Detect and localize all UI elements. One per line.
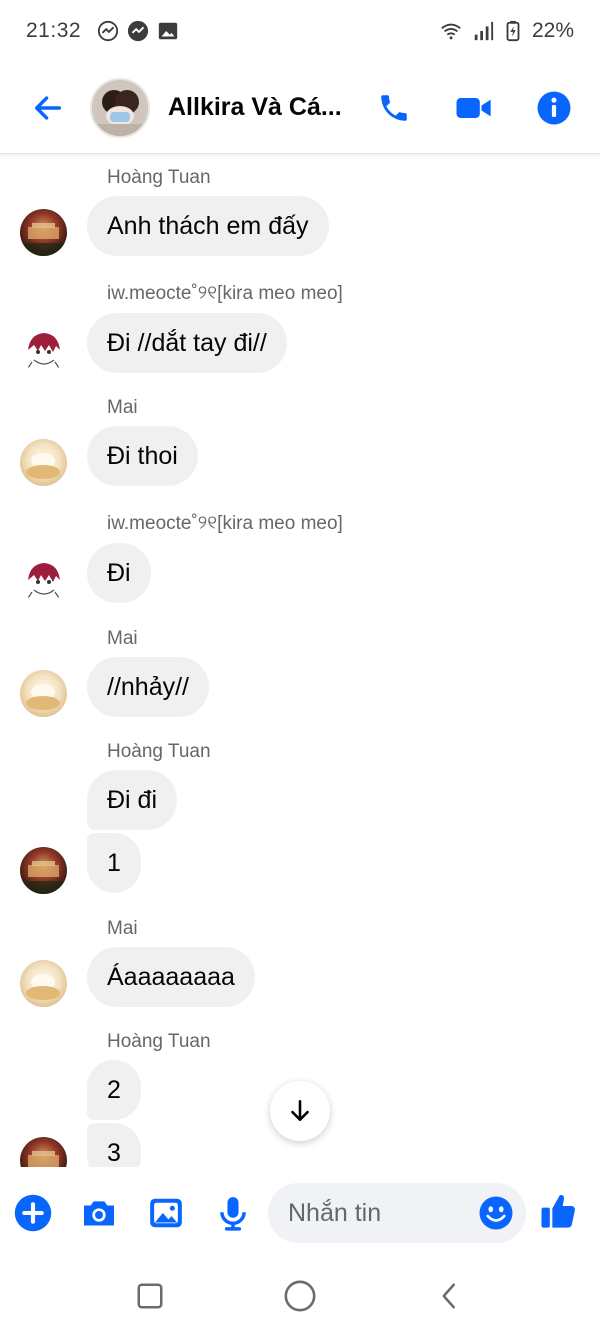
battery-percent: 22% (531, 19, 574, 42)
sender-name: Hoàng Tuan (107, 1031, 211, 1052)
recents-button[interactable] (130, 1276, 170, 1316)
message-bubble[interactable]: Đi đi (87, 770, 178, 830)
gallery-icon (150, 1198, 182, 1228)
avatar[interactable] (20, 847, 67, 894)
message-bubble[interactable]: Anh thách em đấy (87, 196, 329, 256)
arrow-down-icon (291, 1099, 309, 1121)
message-list[interactable]: Hoàng Tuan Anh thách em đấy iw.meocte˚୨୧… (0, 155, 600, 1167)
group-avatar-image (92, 79, 148, 136)
messenger-icon (97, 20, 119, 42)
message-bubble[interactable]: Áaaaaaaaa (87, 947, 255, 1007)
camera-icon (84, 1201, 114, 1226)
sender-name: Hoàng Tuan (107, 167, 211, 188)
avatar[interactable] (20, 326, 67, 373)
video-call-button[interactable] (454, 88, 494, 128)
message-input-box[interactable] (268, 1183, 526, 1243)
message-bubble[interactable]: //nhảy// (87, 657, 209, 717)
info-icon (537, 91, 571, 124)
home-button[interactable] (280, 1276, 320, 1316)
chevron-left-icon (442, 1283, 455, 1309)
sender-name: Mai (107, 918, 138, 939)
sender-name: Mai (107, 397, 138, 418)
composer (0, 1167, 600, 1259)
like-button[interactable] (539, 1191, 579, 1231)
back-nav-button[interactable] (430, 1276, 470, 1316)
messenger-icon (127, 20, 149, 42)
avatar[interactable] (20, 209, 67, 256)
message-bubble[interactable]: 1 (87, 833, 141, 893)
like-icon (541, 1194, 575, 1228)
home-icon (284, 1280, 316, 1312)
avatar[interactable] (20, 1137, 67, 1167)
wifi-icon (441, 23, 461, 40)
more-actions-button[interactable] (13, 1193, 53, 1233)
signal-icon (474, 21, 494, 41)
message-bubble[interactable]: Đi (87, 543, 151, 603)
message-bubble[interactable]: Đi //dắt tay đi// (87, 313, 287, 373)
chat-header: Allkira Và Cá... (0, 62, 600, 154)
microphone-icon (220, 1197, 246, 1231)
message-bubble[interactable]: 3 (87, 1123, 141, 1167)
group-avatar[interactable] (90, 77, 150, 138)
system-navigation-bar (0, 1259, 600, 1333)
scroll-to-bottom-button[interactable] (270, 1081, 330, 1141)
avatar[interactable] (20, 556, 67, 603)
image-icon (158, 22, 178, 40)
video-icon (456, 97, 491, 118)
avatar[interactable] (20, 439, 67, 486)
message-bubble[interactable]: 2 (87, 1060, 141, 1120)
avatar[interactable] (20, 960, 67, 1007)
call-button[interactable] (374, 88, 414, 128)
status-bar: 21:32 22% (0, 0, 600, 62)
plus-icon (14, 1194, 52, 1232)
voice-button[interactable] (213, 1193, 253, 1233)
avatar[interactable] (20, 670, 67, 717)
sender-name: Hoàng Tuan (107, 741, 211, 762)
back-button[interactable] (24, 84, 72, 132)
recents-icon (137, 1283, 163, 1309)
gallery-button[interactable] (146, 1193, 186, 1233)
camera-button[interactable] (79, 1193, 119, 1233)
emoji-icon[interactable] (478, 1195, 514, 1231)
message-bubble[interactable]: Đi thoi (87, 426, 198, 486)
info-button[interactable] (534, 88, 574, 128)
sender-name: Mai (107, 628, 138, 649)
battery-icon (506, 20, 520, 42)
status-time: 21:32 (26, 19, 82, 42)
arrow-left-icon (34, 95, 62, 120)
sender-name: iw.meocte˚୨୧[kira meo meo] (107, 513, 343, 534)
phone-icon (381, 94, 407, 121)
sender-name: iw.meocte˚୨୧[kira meo meo] (107, 283, 343, 304)
message-input[interactable] (288, 1198, 468, 1228)
chat-title[interactable]: Allkira Và Cá... (168, 93, 343, 122)
